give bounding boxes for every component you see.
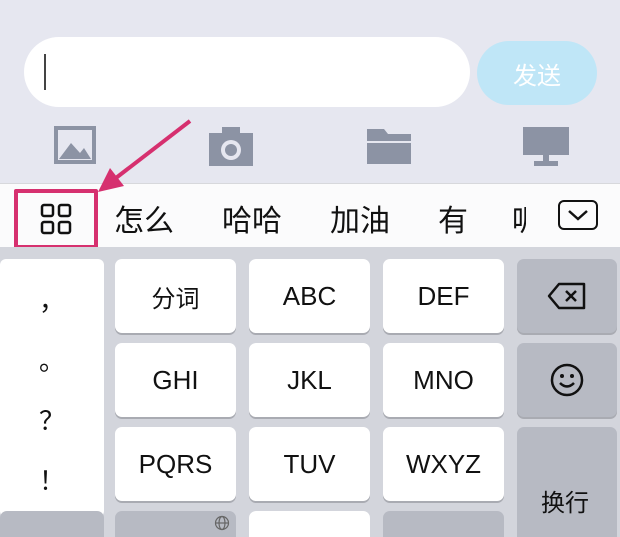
key-abc[interactable]: ABC [249, 259, 370, 333]
grid-icon [40, 203, 72, 235]
return-key-label: 换行 [541, 489, 589, 517]
chevron-down-icon [568, 210, 588, 221]
collapse-keyboard-button[interactable] [558, 200, 598, 230]
chat-composer: 发送 [0, 0, 620, 183]
candidate-word[interactable]: 加油 [330, 196, 390, 240]
desktop-icon[interactable] [522, 125, 570, 167]
key-mno[interactable]: MNO [383, 343, 504, 417]
key-segment[interactable]: 分词 [115, 259, 236, 333]
grid-menu-button[interactable] [14, 189, 98, 249]
candidate-word[interactable]: 有 [438, 196, 468, 240]
key-bottom-numbers[interactable] [383, 511, 504, 537]
key-bottom-space[interactable] [249, 511, 370, 537]
punct-exclaim[interactable]: ！ [0, 461, 104, 498]
folder-icon[interactable] [366, 125, 412, 165]
candidate-word[interactable]: 怎么 [114, 196, 174, 240]
key-tuv[interactable]: TUV [249, 427, 370, 501]
key-bottom-language[interactable] [115, 511, 236, 537]
emoji-key[interactable] [517, 343, 617, 417]
key-wxyz[interactable]: WXYZ [383, 427, 504, 501]
key-jkl[interactable]: JKL [249, 343, 370, 417]
punct-comma[interactable]: ， [0, 281, 104, 318]
candidate-bar: 怎么 哈哈 加油 有 呢 [0, 183, 620, 249]
key-pqrs[interactable]: PQRS [115, 427, 236, 501]
return-key[interactable] [517, 427, 617, 537]
message-input[interactable] [24, 37, 470, 107]
key-bottom-left[interactable] [0, 511, 104, 537]
key-def[interactable]: DEF [383, 259, 504, 333]
backspace-icon [547, 282, 586, 310]
backspace-key[interactable] [517, 259, 617, 333]
punctuation-column[interactable]: ， 。 ？ ！ [0, 259, 104, 517]
keyboard: ， 。 ？ ！ 分词 ABC DEF GHI JKL MNO PQRS TUV … [0, 247, 620, 537]
camera-icon[interactable] [208, 125, 254, 167]
candidate-word-partial[interactable]: 呢 [512, 196, 526, 240]
globe-icon [214, 515, 230, 531]
candidate-word[interactable]: 哈哈 [222, 196, 282, 240]
send-button[interactable]: 发送 [477, 41, 597, 105]
image-icon[interactable] [53, 125, 97, 165]
text-caret [44, 54, 46, 90]
punct-period[interactable]: 。 [0, 341, 104, 378]
key-ghi[interactable]: GHI [115, 343, 236, 417]
punct-question[interactable]: ？ [0, 401, 104, 438]
emoji-icon [550, 363, 584, 397]
